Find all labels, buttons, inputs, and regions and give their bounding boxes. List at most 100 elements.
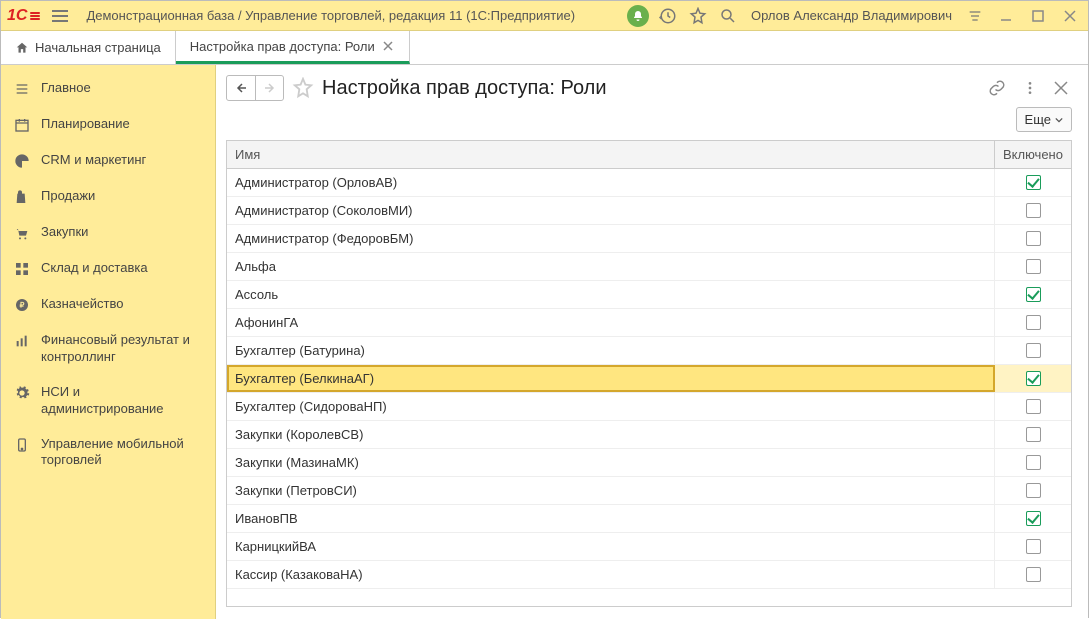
sidebar-item-treasury[interactable]: ₽ Казначейство [1, 287, 215, 323]
cell-name[interactable]: Бухгалтер (БелкинаАГ) [227, 365, 995, 392]
nav-back-button[interactable] [227, 76, 255, 100]
main-icon [13, 80, 31, 98]
cell-name[interactable]: Альфа [227, 253, 995, 280]
table-row[interactable]: Бухгалтер (СидороваНП) [227, 393, 1071, 421]
table-row[interactable]: АфонинГА [227, 309, 1071, 337]
tab-home[interactable]: Начальная страница [1, 31, 176, 64]
sidebar: Главное Планирование CRM и маркетинг Про… [1, 65, 216, 619]
cell-enabled [995, 393, 1071, 420]
sidebar-item-finance[interactable]: Финансовый результат и контроллинг [1, 323, 215, 375]
cell-name[interactable]: Закупки (МазинаМК) [227, 449, 995, 476]
window-maximize[interactable] [1026, 6, 1050, 26]
favorite-icon[interactable] [687, 5, 709, 27]
planning-icon [13, 116, 31, 134]
enabled-checkbox[interactable] [1026, 343, 1041, 358]
table-row[interactable]: Альфа [227, 253, 1071, 281]
tab-roles[interactable]: Настройка прав доступа: Роли [176, 31, 410, 64]
table-row[interactable]: Закупки (КоролевСВ) [227, 421, 1071, 449]
more-menu-label: Еще [1025, 112, 1051, 127]
enabled-checkbox[interactable] [1026, 259, 1041, 274]
notifications-button[interactable] [627, 5, 649, 27]
cell-name[interactable]: КарницкийВА [227, 533, 995, 560]
link-icon[interactable] [984, 75, 1010, 101]
table-row[interactable]: Администратор (СоколовМИ) [227, 197, 1071, 225]
enabled-checkbox[interactable] [1026, 539, 1041, 554]
treasury-icon: ₽ [13, 296, 31, 314]
cell-name[interactable]: Администратор (ФедоровБМ) [227, 225, 995, 252]
table-row[interactable]: Закупки (ПетровСИ) [227, 477, 1071, 505]
tab-close-icon[interactable] [381, 41, 395, 51]
enabled-checkbox[interactable] [1026, 427, 1041, 442]
tab-roles-label: Настройка прав доступа: Роли [190, 39, 375, 54]
enabled-checkbox[interactable] [1026, 315, 1041, 330]
chevron-down-icon [1055, 116, 1063, 124]
sidebar-item-sales[interactable]: Продажи [1, 179, 215, 215]
table-row[interactable]: Кассир (КазаковаНА) [227, 561, 1071, 589]
cell-name[interactable]: Администратор (СоколовМИ) [227, 197, 995, 224]
enabled-checkbox[interactable] [1026, 203, 1041, 218]
sidebar-item-purchases[interactable]: Закупки [1, 215, 215, 251]
nav-forward-button[interactable] [255, 76, 283, 100]
cell-name[interactable]: Администратор (ОрловАВ) [227, 169, 995, 196]
more-vertical-icon[interactable] [1018, 76, 1042, 100]
content-header: Настройка прав доступа: Роли [216, 65, 1088, 107]
cell-name[interactable]: Кассир (КазаковаНА) [227, 561, 995, 588]
more-menu-button[interactable]: Еще [1016, 107, 1072, 132]
enabled-checkbox[interactable] [1026, 567, 1041, 582]
table-row[interactable]: Ассоль [227, 281, 1071, 309]
cell-name[interactable]: АфонинГА [227, 309, 995, 336]
sidebar-item-nsi[interactable]: НСИ и администрирование [1, 375, 215, 427]
enabled-checkbox[interactable] [1026, 455, 1041, 470]
window-close[interactable] [1058, 6, 1082, 26]
enabled-checkbox[interactable] [1026, 399, 1041, 414]
sidebar-item-crm[interactable]: CRM и маркетинг [1, 143, 215, 179]
table-row[interactable]: Бухгалтер (БелкинаАГ) [227, 365, 1071, 393]
main-menu-button[interactable] [48, 6, 72, 26]
sales-icon [13, 188, 31, 206]
table-row[interactable]: КарницкийВА [227, 533, 1071, 561]
enabled-checkbox[interactable] [1026, 483, 1041, 498]
mobile-icon [13, 436, 31, 454]
table-row[interactable]: Администратор (ФедоровБМ) [227, 225, 1071, 253]
app-title: Демонстрационная база / Управление торго… [86, 8, 575, 23]
enabled-checkbox[interactable] [1026, 511, 1041, 526]
table-row[interactable]: Администратор (ОрловАВ) [227, 169, 1071, 197]
sidebar-item-planning[interactable]: Планирование [1, 107, 215, 143]
table-row[interactable]: Бухгалтер (Батурина) [227, 337, 1071, 365]
settings-icon[interactable] [964, 5, 986, 27]
svg-text:₽: ₽ [20, 301, 25, 310]
favorite-star-icon[interactable] [292, 77, 314, 99]
window-minimize[interactable] [994, 6, 1018, 26]
sidebar-item-main[interactable]: Главное [1, 71, 215, 107]
nav-buttons [226, 75, 284, 101]
close-content-icon[interactable] [1050, 77, 1072, 99]
table-row[interactable]: Закупки (МазинаМК) [227, 449, 1071, 477]
warehouse-icon [13, 260, 31, 278]
enabled-checkbox[interactable] [1026, 175, 1041, 190]
column-name[interactable]: Имя [227, 141, 995, 168]
cell-name[interactable]: Закупки (КоролевСВ) [227, 421, 995, 448]
cell-name[interactable]: ИвановПВ [227, 505, 995, 532]
sidebar-item-label: Планирование [41, 116, 130, 133]
table-row[interactable]: ИвановПВ [227, 505, 1071, 533]
crm-icon [13, 152, 31, 170]
search-icon[interactable] [717, 5, 739, 27]
cell-enabled [995, 225, 1071, 252]
column-enabled[interactable]: Включено [995, 141, 1071, 168]
cell-name[interactable]: Закупки (ПетровСИ) [227, 477, 995, 504]
enabled-checkbox[interactable] [1026, 371, 1041, 386]
cell-name[interactable]: Бухгалтер (Батурина) [227, 337, 995, 364]
user-name[interactable]: Орлов Александр Владимирович [751, 8, 952, 23]
sidebar-item-warehouse[interactable]: Склад и доставка [1, 251, 215, 287]
gear-icon [13, 384, 31, 402]
enabled-checkbox[interactable] [1026, 287, 1041, 302]
cell-enabled [995, 505, 1071, 532]
sidebar-item-label: НСИ и администрирование [41, 384, 203, 418]
cell-name[interactable]: Бухгалтер (СидороваНП) [227, 393, 995, 420]
history-icon[interactable] [657, 5, 679, 27]
table-body[interactable]: Администратор (ОрловАВ)Администратор (Со… [227, 169, 1071, 606]
sidebar-item-mobile[interactable]: Управление мобильной торговлей [1, 427, 215, 479]
purchases-icon [13, 224, 31, 242]
cell-name[interactable]: Ассоль [227, 281, 995, 308]
enabled-checkbox[interactable] [1026, 231, 1041, 246]
